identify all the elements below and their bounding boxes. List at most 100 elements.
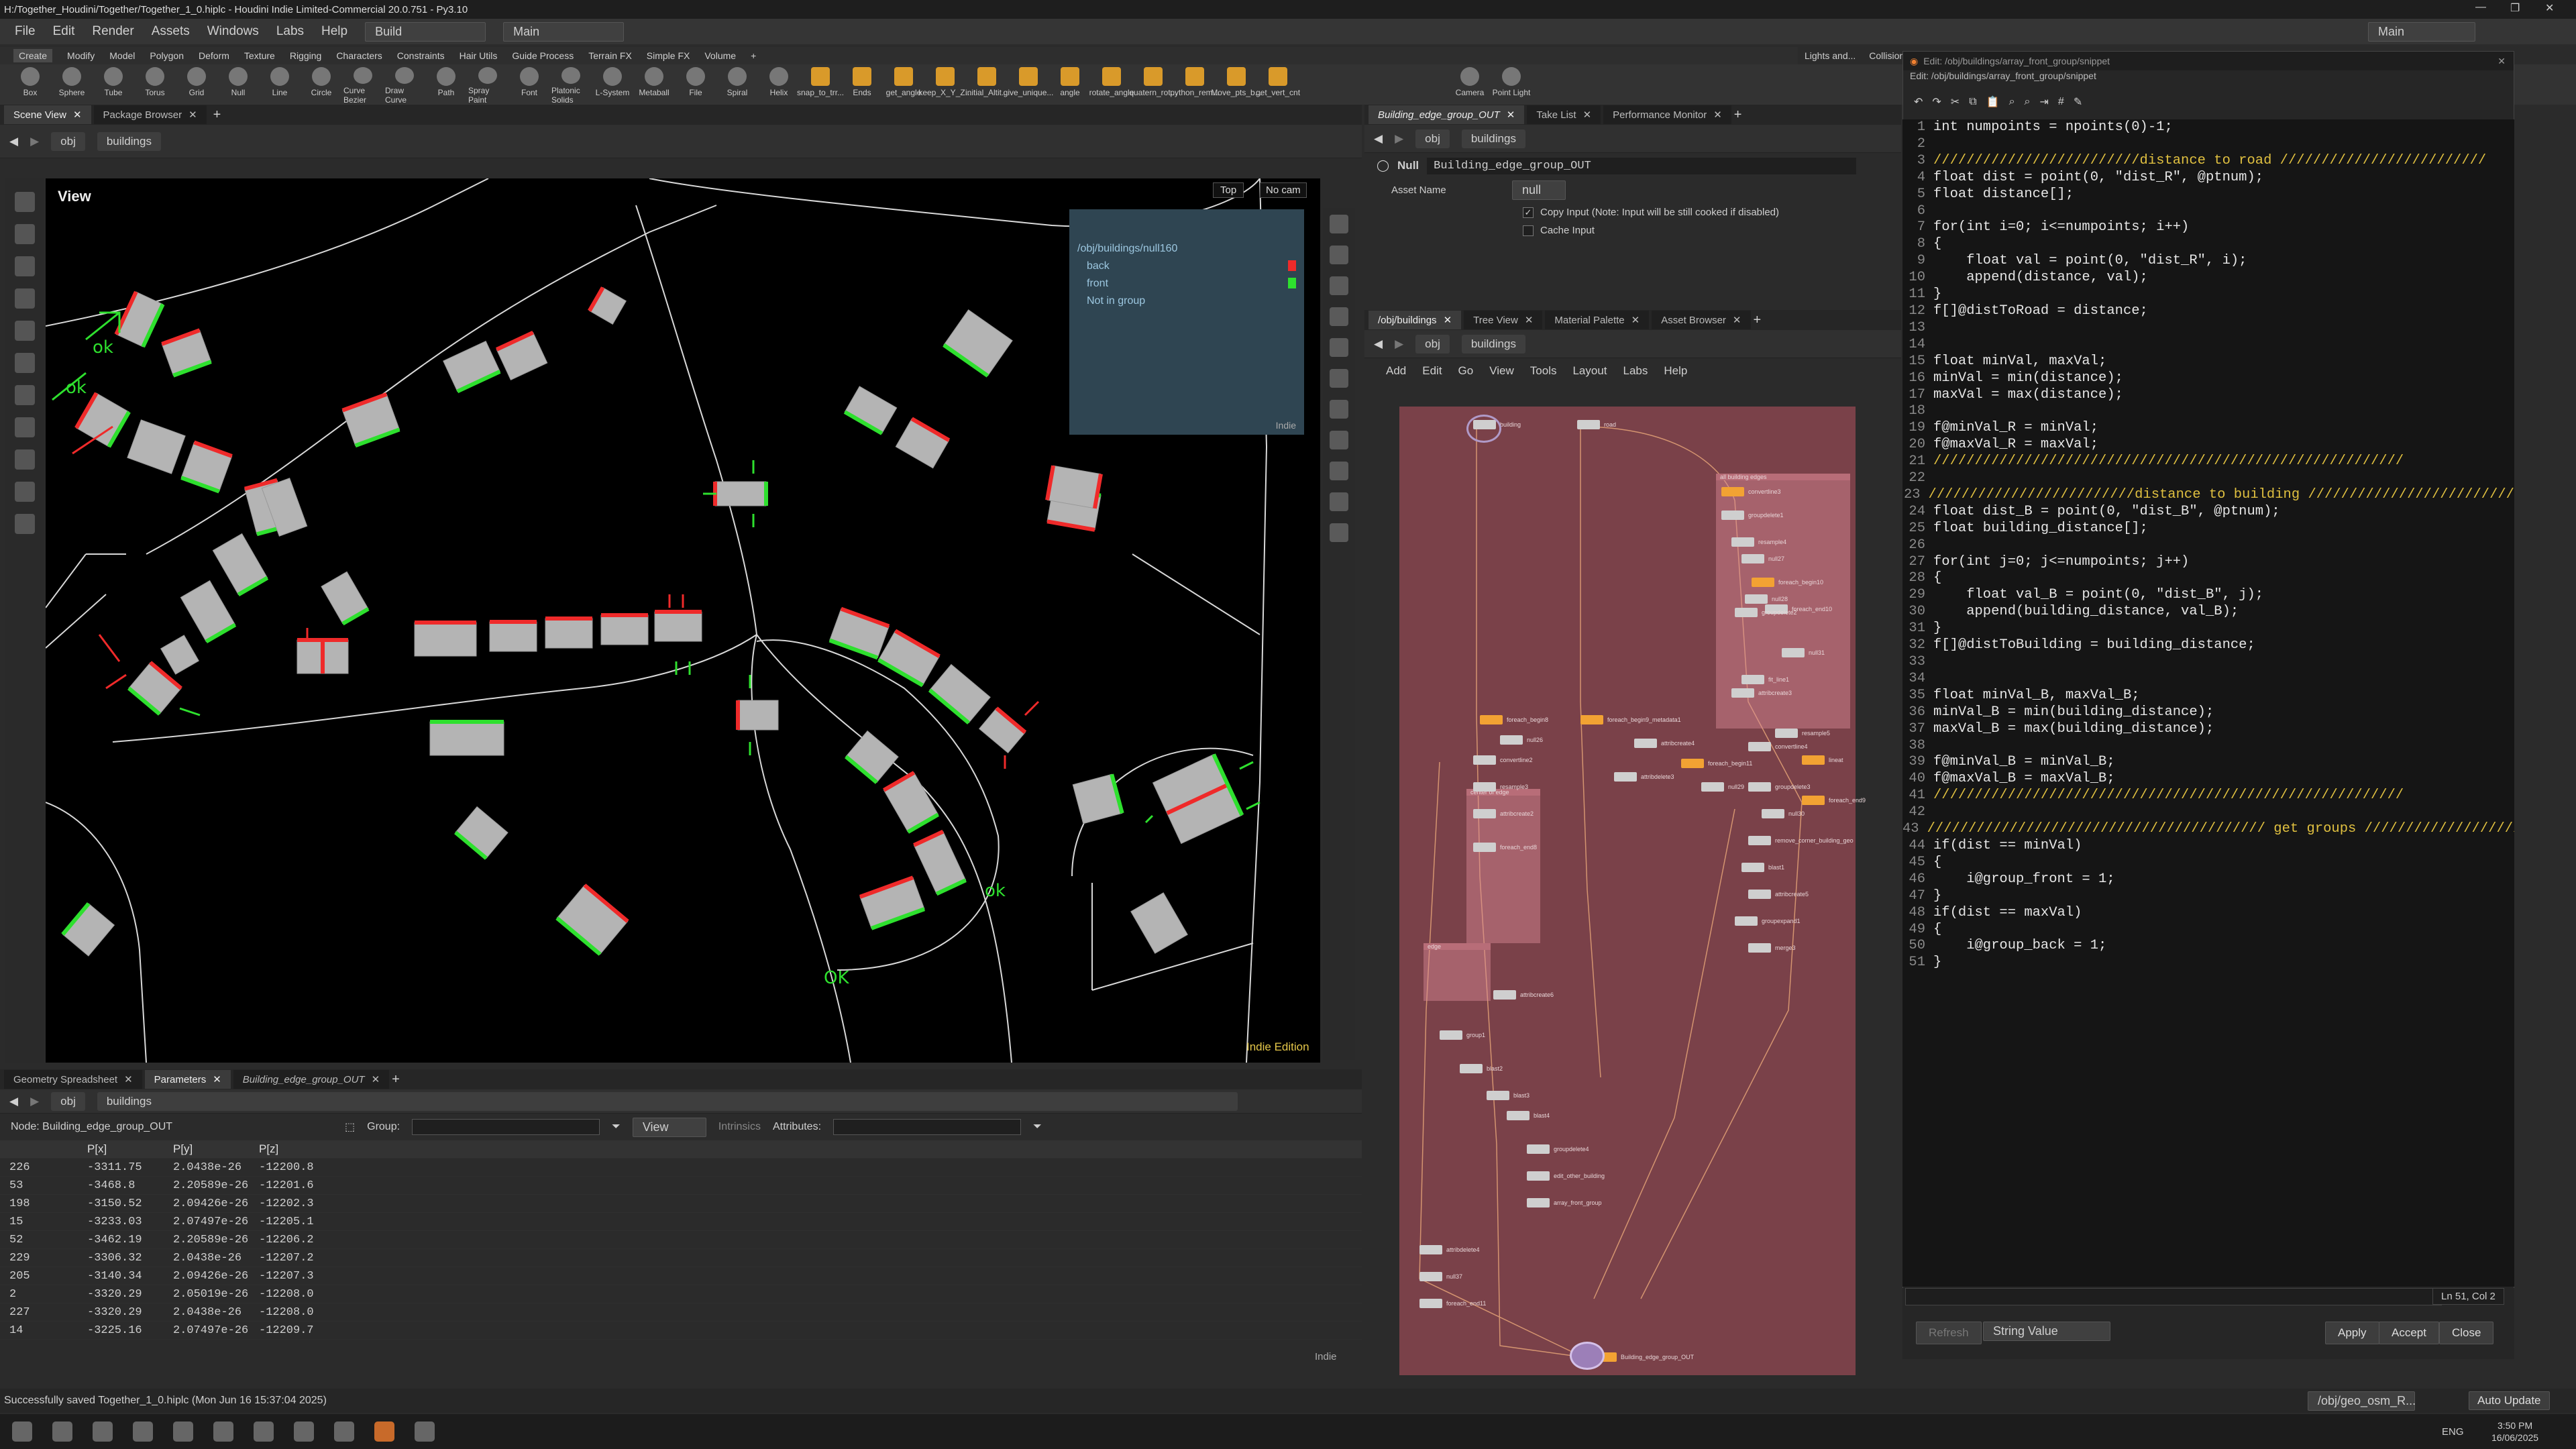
language-indicator[interactable]: ENG <box>2442 1426 2464 1438</box>
vertex-icon[interactable] <box>1330 400 1348 419</box>
attributes-field[interactable] <box>833 1119 1022 1135</box>
display-options-icon[interactable] <box>1330 215 1348 233</box>
search-icon[interactable]: ⌕ <box>2009 96 2015 108</box>
shelf-tool[interactable]: angle <box>1051 64 1089 105</box>
shelf-tab-model[interactable]: Model <box>109 50 135 61</box>
windows-start-icon[interactable] <box>12 1421 32 1442</box>
lighting-icon[interactable] <box>1330 307 1348 326</box>
minimize-icon[interactable]: — <box>2475 1 2486 13</box>
network-node[interactable]: groupdelete4 <box>1527 1144 1589 1154</box>
table-row[interactable]: 226 -3311.75 2.0438e-26 -12200.8 <box>0 1159 1362 1177</box>
info-icon[interactable] <box>1330 523 1348 542</box>
table-row[interactable]: 52 -3462.19 2.20589e-26 -12206.2 <box>0 1231 1362 1249</box>
shelf-tool[interactable]: give_unique... <box>1004 64 1053 105</box>
network-node[interactable]: null26 <box>1500 735 1543 745</box>
search-icon[interactable] <box>52 1421 72 1442</box>
shelf-tool[interactable]: quatern_rot... <box>1129 64 1177 105</box>
shelf-tool[interactable]: Grid <box>177 64 216 105</box>
clock[interactable]: 3:50 PM 16/06/2025 <box>2491 1419 2538 1444</box>
camera-icon[interactable] <box>15 514 35 534</box>
paste-icon[interactable]: 📋 <box>1986 95 2000 109</box>
network-node[interactable]: attribdelete4 <box>1419 1245 1480 1254</box>
shelf-tool[interactable]: snap_to_trr... <box>797 64 844 105</box>
snap-icon[interactable] <box>15 417 35 437</box>
network-node[interactable]: foreach_begin9_metadata1 <box>1580 715 1681 724</box>
code-icon[interactable] <box>334 1421 354 1442</box>
group-item-front[interactable]: front <box>1077 278 1296 290</box>
render-region-icon[interactable] <box>15 482 35 502</box>
path-root[interactable]: obj <box>51 1091 85 1111</box>
path-current[interactable]: buildings <box>97 1091 1238 1111</box>
houdini-icon[interactable] <box>374 1421 394 1442</box>
add-tab-icon[interactable]: + <box>1754 313 1762 328</box>
close-icon[interactable]: ✕ <box>1713 109 1722 121</box>
apply-button[interactable]: Apply <box>2325 1322 2379 1344</box>
forward-arrow-icon[interactable]: ▶ <box>30 135 39 148</box>
table-row[interactable]: 205 -3140.34 2.09426e-26 -12207.3 <box>0 1267 1362 1285</box>
network-node[interactable]: blast4 <box>1507 1111 1550 1120</box>
shelf-tool[interactable]: Spray Paint <box>468 64 507 105</box>
shelf-tab-rigging[interactable]: Rigging <box>290 50 321 61</box>
accept-button[interactable]: Accept <box>2379 1322 2439 1344</box>
close-icon[interactable]: ✕ <box>189 109 197 121</box>
shelf-tab-simple-fx[interactable]: Simple FX <box>647 50 690 61</box>
group-field[interactable] <box>412 1119 600 1135</box>
path-current[interactable]: buildings <box>97 131 161 151</box>
tab-node-params[interactable]: Building_edge_group_OUT ✕ <box>1368 105 1525 124</box>
rotate-tool-icon[interactable] <box>15 256 35 276</box>
context-dropdown-right[interactable]: Main <box>2368 21 2475 42</box>
network-node[interactable]: convertline3 <box>1721 487 1781 496</box>
network-node[interactable]: foreach_end8 <box>1473 843 1537 852</box>
table-row[interactable]: 15 -3233.03 2.07497e-26 -12205.1 <box>0 1213 1362 1231</box>
move-tool-icon[interactable] <box>15 224 35 244</box>
table-row[interactable]: 198 -3150.52 2.09426e-26 -12202.3 <box>0 1195 1362 1213</box>
network-node[interactable]: edit_other_building <box>1527 1171 1605 1181</box>
shelf-tab-texture[interactable]: Texture <box>244 50 275 61</box>
shelf-tool[interactable]: File <box>676 64 715 105</box>
tab-tree-view[interactable]: Tree View ✕ <box>1464 311 1543 329</box>
shelf-tool[interactable]: initial_Altit... <box>965 64 1008 105</box>
network-box-edge[interactable]: edge <box>1424 943 1491 1001</box>
shelf-tab-create[interactable]: Create <box>13 49 53 62</box>
shelf-tool[interactable]: Torus <box>136 64 174 105</box>
lock-icon[interactable] <box>15 353 35 373</box>
shelf-tab-characters[interactable]: Characters <box>336 50 382 61</box>
shelf-tool[interactable]: Box <box>11 64 50 105</box>
grid-icon[interactable] <box>1330 431 1348 449</box>
wireframe-icon[interactable] <box>1330 246 1348 264</box>
shelf-tool[interactable]: Line <box>260 64 299 105</box>
guide-icon[interactable] <box>1330 462 1348 480</box>
camera-menu[interactable]: No cam <box>1260 182 1307 198</box>
shelf-tool[interactable]: keep_X_Y_Z... <box>918 64 972 105</box>
handle-icon[interactable] <box>15 385 35 405</box>
vex-code-editor[interactable]: 1 int numpoints = npoints(0)-1; 2 3 ////////… <box>1902 119 2514 1287</box>
path-root[interactable]: obj <box>1415 334 1450 354</box>
shelf-tool[interactable]: Font <box>510 64 549 105</box>
close-icon[interactable]: ✕ <box>1444 314 1452 326</box>
table-row[interactable]: 2 -3320.29 2.05019e-26 -12208.0 <box>0 1285 1362 1303</box>
filter-icon[interactable]: ⏷ <box>612 1121 621 1133</box>
shelf-tool[interactable]: Platonic Solids <box>551 64 590 105</box>
table-row[interactable]: 53 -3468.8 2.20589e-26 -12201.6 <box>0 1177 1362 1195</box>
close-icon[interactable]: ✕ <box>1583 109 1592 121</box>
network-node[interactable]: groupdelete1 <box>1721 511 1784 520</box>
network-node[interactable]: null29 <box>1701 782 1744 792</box>
shelf-tool[interactable]: Metaball <box>635 64 674 105</box>
snippet-icon[interactable]: ✎ <box>2074 95 2082 109</box>
refresh-button[interactable]: Refresh <box>1916 1322 1982 1344</box>
view-dropdown[interactable]: View <box>632 1117 706 1137</box>
shelf-tool[interactable]: Spiral <box>718 64 757 105</box>
forward-arrow-icon[interactable]: ▶ <box>1395 337 1403 351</box>
discord-icon[interactable] <box>213 1421 233 1442</box>
shelf-tool[interactable]: Move_pts_b... <box>1211 64 1262 105</box>
path-current[interactable]: buildings <box>1461 334 1525 354</box>
group-item-back[interactable]: back <box>1077 260 1296 272</box>
shelf-tool[interactable]: Draw Curve <box>385 64 424 105</box>
close-icon[interactable]: ✕ <box>213 1073 221 1085</box>
maximize-icon[interactable]: ❐ <box>2510 1 2520 15</box>
network-node[interactable]: blast3 <box>1487 1091 1529 1100</box>
cache-input-checkbox[interactable] <box>1523 225 1534 236</box>
shelf-tab-volume[interactable]: Volume <box>704 50 736 61</box>
tab-package-browser[interactable]: Package Browser ✕ <box>93 105 207 124</box>
group-item-not-in-group[interactable]: Not in group <box>1077 295 1296 307</box>
